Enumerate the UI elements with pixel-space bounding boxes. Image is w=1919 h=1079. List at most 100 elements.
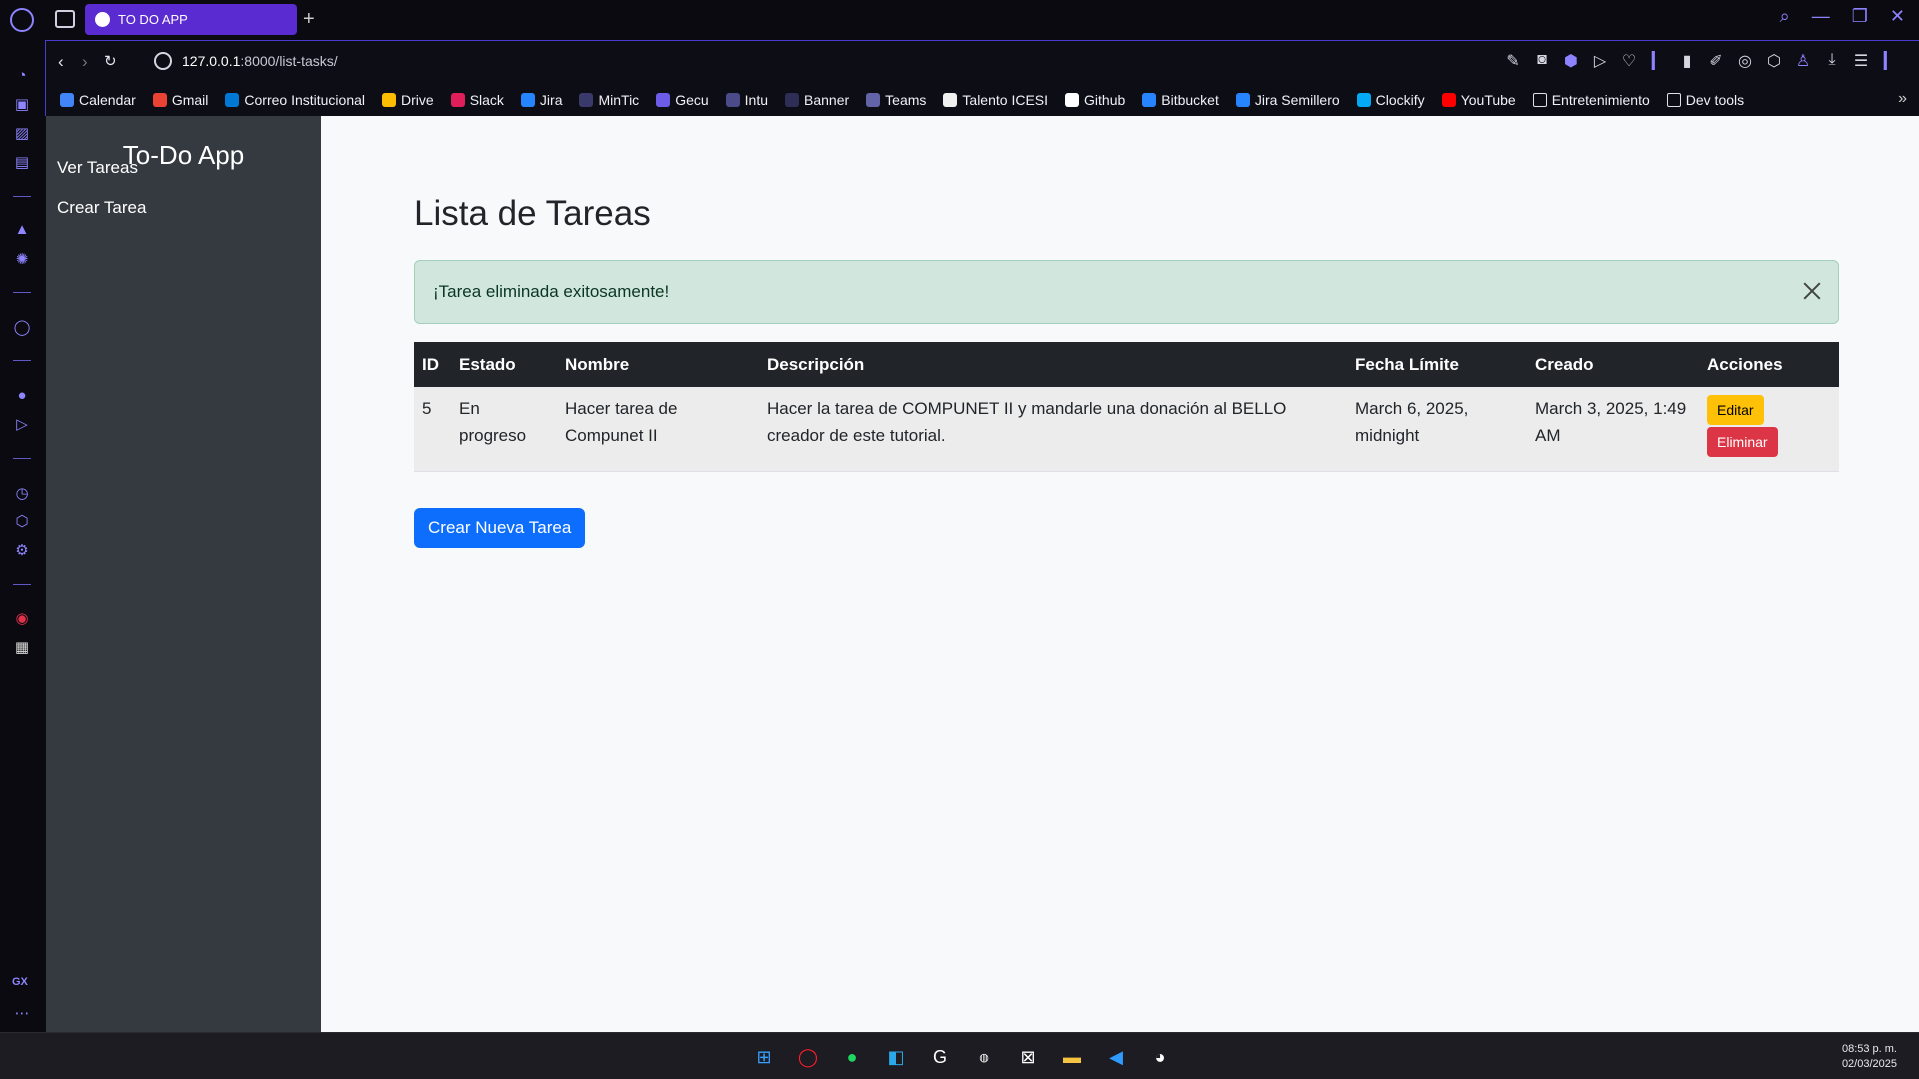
col-descripcion: Descripción [759,342,1347,387]
bookmark-label: Jira [539,92,563,108]
site-info-icon[interactable] [154,52,172,70]
bookmark-label: Correo Institucional [244,92,366,108]
chatgpt-icon[interactable]: ✺ [12,250,32,270]
bookmark-slack[interactable]: Slack [450,92,504,108]
system-clock[interactable]: 08:53 p. m. 02/03/2025 [1842,1042,1897,1072]
spotify-taskbar-icon[interactable]: ● [836,1041,868,1073]
xbox-taskbar-icon[interactable]: ⊠ [1012,1041,1044,1073]
bookmarks-overflow-icon[interactable]: » [1898,90,1907,108]
bookmark-clockify[interactable]: Clockify [1356,92,1425,108]
bookmark-favicon-icon [785,93,800,107]
bookmark-youtube[interactable]: YouTube [1441,92,1516,108]
logitech-taskbar-icon[interactable]: G [924,1041,956,1073]
opera-gx-taskbar-icon[interactable]: ◯ [792,1041,824,1073]
chrome-dino-taskbar-icon[interactable]: ◕ [1144,1041,1176,1073]
page-title: Lista de Tareas [414,194,651,233]
snapshot-camera-icon[interactable]: ◙ [1533,51,1551,71]
tasks-table: ID Estado Nombre Descripción Fecha Límit… [414,342,1839,472]
minimize-icon[interactable]: — [1812,6,1830,27]
cell-descripcion: Hacer la tarea de COMPUNET II y mandarle… [759,387,1347,472]
bookmark-jira-semillero[interactable]: Jira Semillero [1235,92,1340,108]
tab-menu-icon[interactable] [55,10,75,28]
restore-icon[interactable]: ❐ [1852,6,1868,27]
page-viewport: To-Do App Ver Tareas Crear Tarea Lista d… [46,116,1919,1032]
edit-page-icon[interactable]: ✎ [1504,51,1522,71]
bookmark-intu[interactable]: Intu [725,92,769,108]
twitch-icon[interactable]: ▣ [12,95,32,115]
rail-divider [13,360,31,361]
bookmark-gmail[interactable]: Gmail [152,92,208,108]
play-icon[interactable]: ▷ [1591,51,1609,71]
bookmark-jira[interactable]: Jira [520,92,563,108]
back-arrow-icon[interactable]: ‹ [58,51,64,73]
qr-code-icon[interactable]: ▦ [12,638,32,658]
bookmark-teams[interactable]: Teams [866,92,926,108]
forward-arrow-icon[interactable]: › [82,51,88,73]
taskbar: ⊞ ◯ ● ◧ G ◍ ⊠ ▬ ◀ ◕ 08:53 p. m. 02/03/20… [0,1032,1919,1079]
speed-dial-icon[interactable]: ◔ [12,66,32,86]
table-row: 5 En progreso Hacer tarea de Compunet II… [414,387,1839,472]
bookmark-gecu[interactable]: Gecu [656,92,709,108]
aria-icon[interactable]: ▲ [12,220,32,240]
reload-icon[interactable]: ↻ [104,51,117,73]
messenger-icon[interactable]: ▤ [12,153,32,173]
vpn-shield-icon[interactable]: ⬢ [1562,51,1580,71]
cheatsheet-icon[interactable]: ▨ [12,124,32,144]
cell-creado: March 3, 2025, 1:49 AM [1527,387,1699,472]
pacman-ghost-icon[interactable]: ◉ [12,609,32,629]
bookmark-label: Teams [885,92,927,108]
bookmark-drive[interactable]: Drive [382,92,434,108]
bookmark-dev-tools[interactable]: Dev tools [1666,92,1744,108]
color-picker-icon[interactable]: ✐ [1707,51,1725,71]
create-task-button[interactable]: Crear Nueva Tarea [414,508,586,548]
bookmark-correo-institucional[interactable]: Correo Institucional [225,92,365,108]
file-explorer-taskbar-icon[interactable]: ▬ [1056,1041,1088,1073]
player-icon[interactable]: ▷ [12,415,32,435]
bookmark-banner[interactable]: Banner [785,92,849,108]
windows-start-icon[interactable]: ⊞ [748,1041,780,1073]
ctrl-taskbar-icon[interactable]: ◍ [968,1041,1000,1073]
new-tab-plus-icon[interactable]: + [303,8,315,30]
extensions-icon[interactable]: ⬡ [12,512,32,532]
taskbar-apps: ⊞ ◯ ● ◧ G ◍ ⊠ ▬ ◀ ◕ [748,1041,1176,1073]
edit-task-button[interactable]: Editar [1707,395,1764,425]
url-field[interactable]: 127.0.0.1:8000/list-tasks/ [182,53,338,69]
bookmark-github[interactable]: Github [1065,92,1125,108]
sidebar-link-ver-tareas[interactable]: Ver Tareas [57,158,138,178]
bookmark-calendar[interactable]: Calendar [60,92,136,108]
rail-divider [13,196,31,197]
close-window-icon[interactable]: ✕ [1890,6,1905,27]
opera-gx-logo-icon[interactable] [10,8,34,32]
bookmark-bitbucket[interactable]: Bitbucket [1142,92,1219,108]
profile-icon[interactable]: ♙ [1794,51,1812,71]
favorite-heart-icon[interactable]: ♡ [1620,51,1638,71]
gx-control-icon[interactable]: GX [12,976,28,988]
easy-setup-menu-icon[interactable]: ☰ [1852,51,1870,71]
bookmark-label: Intu [744,92,769,108]
bookmark-mintic[interactable]: MinTic [579,92,639,108]
cell-acciones: Editar Eliminar [1699,387,1839,472]
package-icon[interactable]: ⬡ [1765,51,1783,71]
clockify-taskbar-icon[interactable]: ◧ [880,1041,912,1073]
document-icon[interactable]: ▮ [1678,51,1696,71]
alert-close-icon[interactable] [1800,279,1824,303]
bookmark-favicon-icon [225,93,240,107]
vscode-taskbar-icon[interactable]: ◀ [1100,1041,1132,1073]
history-icon[interactable]: ◷ [12,484,32,504]
bookmark-entretenimiento[interactable]: Entretenimiento [1532,92,1650,108]
more-options-icon[interactable]: ⋯ [12,1004,32,1024]
delete-task-button[interactable]: Eliminar [1707,427,1778,457]
download-icon[interactable]: ⤓ [1823,51,1841,71]
bookmark-favicon-icon [656,93,671,107]
record-icon[interactable]: ◎ [1736,51,1754,71]
sidebar-link-crear-tarea[interactable]: Crear Tarea [57,198,146,218]
tab-todo-app[interactable]: TO DO APP [85,4,297,35]
settings-gear-icon[interactable]: ⚙ [12,541,32,561]
spotify-icon[interactable]: ● [12,386,32,406]
whatsapp-icon[interactable]: ◯ [12,318,32,338]
bookmark-favicon-icon [725,93,740,107]
search-tabs-icon[interactable]: ⌕ [1780,6,1790,27]
clock-time: 08:53 p. m. [1841,1043,1897,1055]
bookmark-favicon-icon [1356,93,1371,107]
bookmark-talento-icesi[interactable]: Talento ICESI [943,92,1048,108]
